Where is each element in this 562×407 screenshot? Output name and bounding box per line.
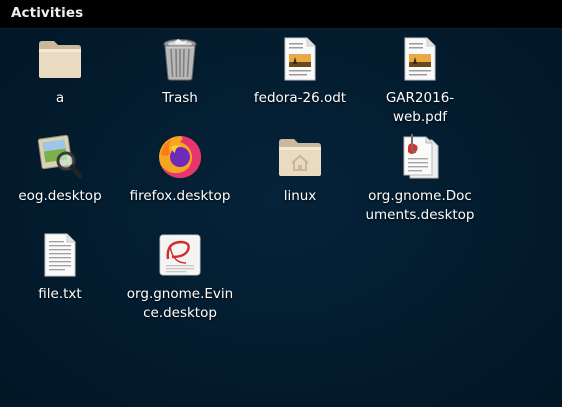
desktop-item-label: fedora-26.odt (253, 90, 347, 106)
desktop-item-linux[interactable]: linux (240, 133, 360, 206)
desktop-item-file-txt[interactable]: file.txt (0, 231, 120, 304)
home-folder-icon (276, 133, 324, 181)
desktop-item-org-gnome-evince-desktop[interactable]: org.gnome.Evin ce.desktop (120, 231, 240, 323)
desktop-item-a[interactable]: a (0, 35, 120, 108)
desktop-item-label: Trash (162, 90, 198, 106)
desktop-item-label: org.gnome.Evin ce.desktop (126, 286, 234, 321)
desktop-item-label: linux (283, 188, 317, 204)
pdf-document-icon (396, 35, 444, 83)
desktop-item-org-gnome-documents-desktop[interactable]: org.gnome.Doc uments.desktop (360, 133, 480, 225)
image-viewer-icon (36, 133, 84, 181)
top-bar: Activities (0, 0, 562, 29)
folder-icon (36, 35, 84, 83)
desktop-item-label: file.txt (38, 286, 82, 302)
desktop-item-trash[interactable]: Trash (120, 35, 240, 108)
odt-document-icon (276, 35, 324, 83)
text-file-icon (36, 231, 84, 279)
desktop-item-label: GAR2016- web.pdf (385, 90, 455, 125)
desktop: a Trash fedora-26.odt GAR2016- web.pdf e… (0, 29, 562, 407)
evince-icon (156, 231, 204, 279)
trash-icon (156, 35, 204, 83)
desktop-item-fedora-26-odt[interactable]: fedora-26.odt (240, 35, 360, 108)
documents-app-icon (396, 133, 444, 181)
desktop-item-firefox-desktop[interactable]: firefox.desktop (120, 133, 240, 206)
desktop-item-gar2016-web-pdf[interactable]: GAR2016- web.pdf (360, 35, 480, 127)
firefox-icon (156, 133, 204, 181)
desktop-item-label: org.gnome.Doc uments.desktop (365, 188, 475, 223)
desktop-item-label: a (55, 90, 65, 106)
desktop-item-eog-desktop[interactable]: eog.desktop (0, 133, 120, 206)
desktop-item-label: eog.desktop (18, 188, 102, 204)
desktop-item-label: firefox.desktop (129, 188, 231, 204)
activities-button[interactable]: Activities (11, 5, 83, 21)
